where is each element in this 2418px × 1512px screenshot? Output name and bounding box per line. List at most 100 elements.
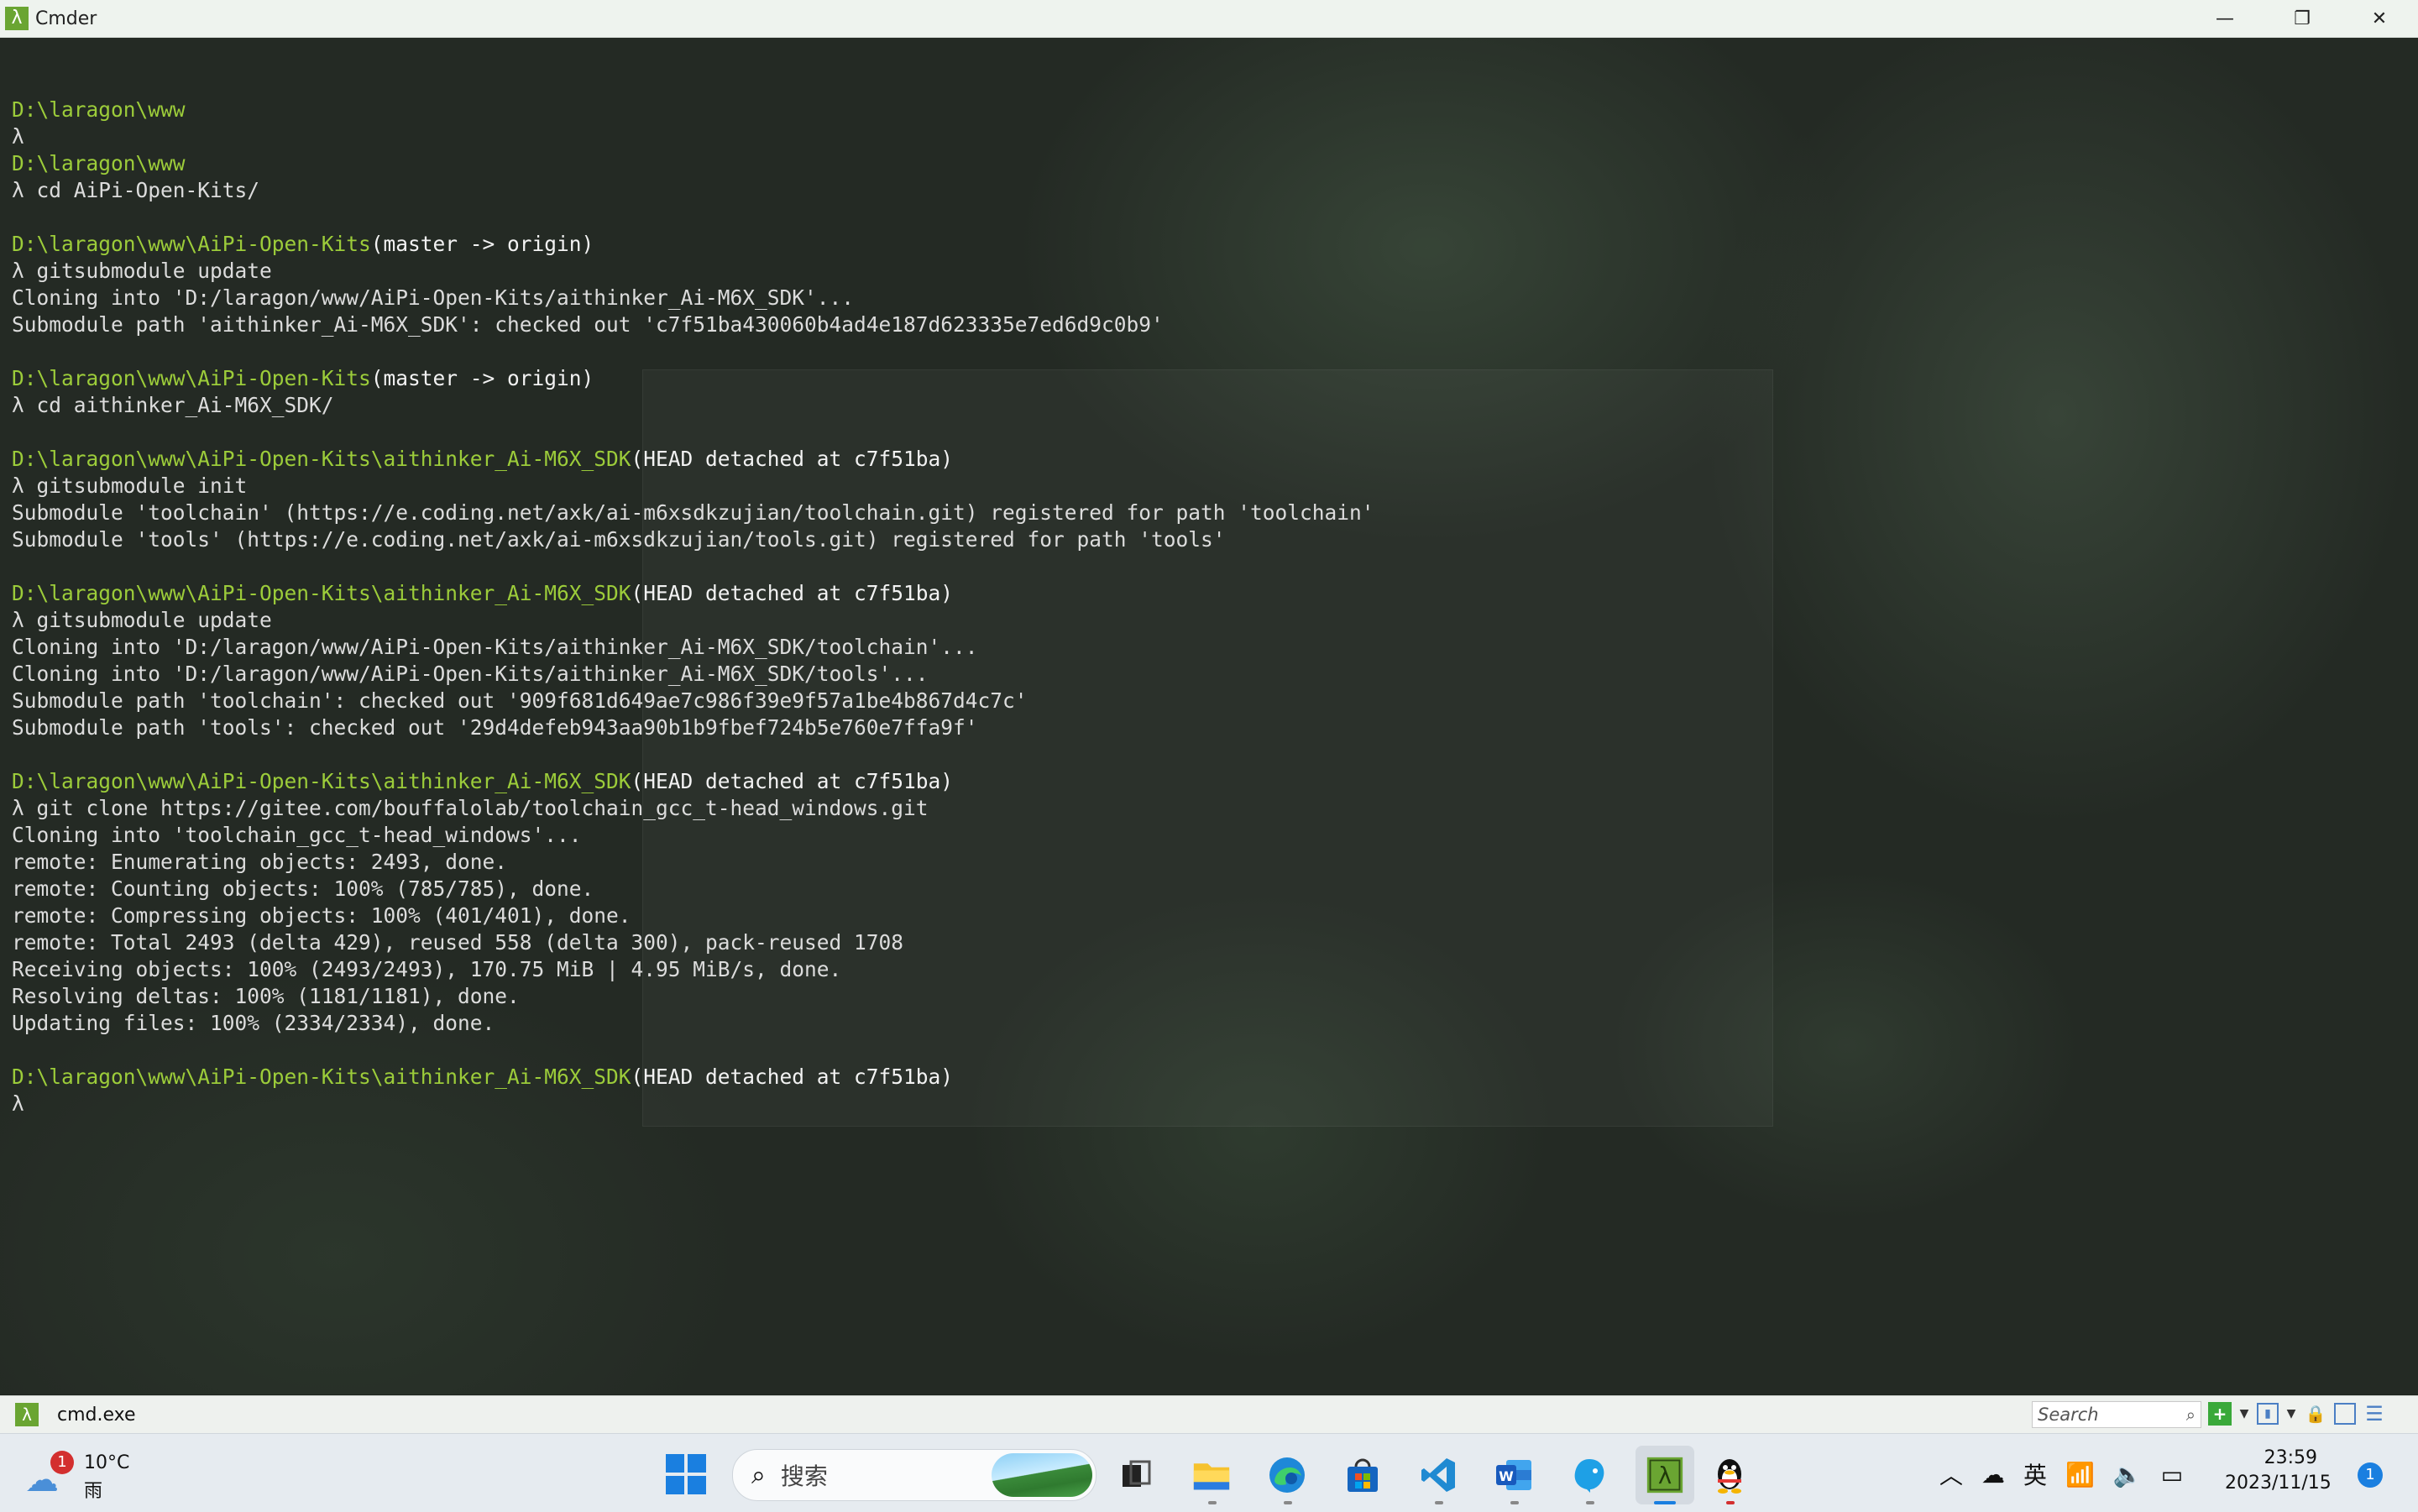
task-view-button[interactable] — [1107, 1446, 1165, 1504]
taskbar-clock[interactable]: 23:59 2023/11/15 — [2225, 1446, 2332, 1496]
cmder-tab-bar: λ cmd.exe Search ⌕ + ▼ ▮ ▼ 🔒 ☰ — [0, 1395, 2418, 1433]
prompt-git-branch: (HEAD detached at c7f51ba) — [631, 769, 954, 793]
command-line: λ cd AiPi-Open-Kits/ — [12, 178, 260, 202]
cmder-icon: λ — [1646, 1456, 1684, 1494]
system-tray: ︿ ☁ 英 📶 🔈 ▭ — [1939, 1449, 2183, 1499]
prompt-path: D:\laragon\www\AiPi-Open-Kits — [12, 366, 371, 390]
new-tab-dropdown-icon[interactable]: ▼ — [2238, 1402, 2250, 1426]
prompt-line: D:\laragon\www — [12, 97, 1374, 123]
taskbar-file-explorer[interactable] — [1182, 1446, 1241, 1504]
search-placeholder: Search — [2038, 1405, 2099, 1425]
search-highlight-image — [992, 1453, 1092, 1497]
onedrive-offline-icon[interactable]: ☁ — [1981, 1461, 2005, 1488]
command-line: λ cd aithinker_Ai-M6X_SDK/ — [12, 393, 334, 417]
output-line: Receiving objects: 100% (2493/2493), 170… — [12, 957, 842, 981]
window-title: Cmder — [35, 8, 97, 29]
pane-icon[interactable] — [2334, 1403, 2356, 1425]
weather-temperature: 10°C — [84, 1452, 130, 1473]
output-line: Submodule path 'toolchain': checked out … — [12, 688, 1028, 713]
menu-icon[interactable]: ☰ — [2363, 1402, 2386, 1426]
command-line: λ gitsubmodule init — [12, 473, 248, 498]
lock-icon[interactable]: 🔒 — [2304, 1402, 2327, 1426]
battery-icon[interactable]: ▭ — [2161, 1461, 2183, 1488]
taskbar-search-box[interactable]: ⌕ 搜索 — [732, 1449, 1096, 1501]
command-line: λ — [12, 1091, 24, 1116]
qq-penguin-icon — [1710, 1456, 1749, 1494]
prompt-path: D:\laragon\www\AiPi-Open-Kits\aithinker_… — [12, 1065, 631, 1089]
notification-badge[interactable]: 1 — [2358, 1462, 2383, 1488]
cmder-lambda-icon: λ — [5, 7, 29, 30]
prompt-line: D:\laragon\www\AiPi-Open-Kits\aithinker_… — [12, 446, 1374, 473]
window-titlebar: λ Cmder — ❐ ✕ — [0, 0, 2418, 38]
new-tab-icon[interactable]: + — [2208, 1402, 2232, 1426]
output-line: Updating files: 100% (2334/2334), done. — [12, 1011, 495, 1035]
word-icon: W — [1494, 1456, 1533, 1494]
command-line: λ — [12, 124, 24, 149]
output-line: Submodule 'toolchain' (https://e.coding.… — [12, 500, 1374, 525]
split-dropdown-icon[interactable]: ▼ — [2285, 1402, 2297, 1426]
taskbar-qq[interactable] — [1700, 1446, 1759, 1504]
taskbar-search-placeholder: 搜索 — [780, 1462, 828, 1490]
output-line: Cloning into 'D:/laragon/www/AiPi-Open-K… — [12, 285, 855, 310]
weather-widget[interactable]: ☁ 1 10°C 雨 — [25, 1449, 130, 1502]
edge-browser-icon — [1268, 1456, 1306, 1494]
console-area[interactable]: D:\laragon\www λ D:\laragon\www λ cd AiPi-O… — [0, 38, 2418, 1394]
windows-logo-icon — [666, 1454, 684, 1473]
prompt-path: D:\laragon\www\AiPi-Open-Kits — [12, 232, 371, 256]
output-line: remote: Enumerating objects: 2493, done. — [12, 850, 508, 874]
wifi-icon[interactable]: 📶 — [2065, 1461, 2095, 1488]
tab-cmd-exe[interactable]: cmd.exe — [57, 1405, 136, 1426]
output-line: Cloning into 'D:/laragon/www/AiPi-Open-K… — [12, 662, 929, 686]
svg-text:W: W — [1499, 1468, 1514, 1484]
prompt-path: D:\laragon\www\AiPi-Open-Kits\aithinker_… — [12, 769, 631, 793]
volume-icon[interactable]: 🔈 — [2113, 1461, 2143, 1488]
weather-alert-badge: 1 — [50, 1451, 74, 1474]
command-line: λ gitsubmodule update — [12, 259, 272, 283]
svg-text:λ: λ — [1658, 1462, 1672, 1489]
prompt-line: D:\laragon\www\AiPi-Open-Kits\aithinker_… — [12, 768, 1374, 795]
prompt-git-branch: (HEAD detached at c7f51ba) — [631, 581, 954, 605]
taskbar-edge[interactable] — [1258, 1446, 1316, 1504]
terminal-output[interactable]: D:\laragon\www λ D:\laragon\www λ cd AiPi-O… — [12, 70, 1374, 1117]
folder-icon — [1192, 1456, 1231, 1494]
clock-time: 23:59 — [2264, 1447, 2317, 1468]
clock-date: 2023/11/15 — [2225, 1473, 2332, 1494]
output-line: Cloning into 'D:/laragon/www/AiPi-Open-K… — [12, 635, 978, 659]
output-line: remote: Counting objects: 100% (785/785)… — [12, 876, 594, 901]
command-line: λ git clone https://gitee.com/bouffalola… — [12, 796, 929, 820]
taskbar-cmder[interactable]: λ — [1636, 1446, 1694, 1504]
vscode-icon — [1419, 1456, 1458, 1494]
console-search-input[interactable]: Search ⌕ — [2032, 1401, 2201, 1428]
prompt-line: D:\laragon\www\AiPi-Open-Kits(master -> … — [12, 365, 1374, 392]
close-button[interactable]: ✕ — [2341, 0, 2418, 37]
split-view-icon[interactable]: ▮ — [2257, 1403, 2279, 1425]
chevron-up-icon[interactable]: ︿ — [1939, 1457, 1963, 1491]
prompt-git-branch: (master -> origin) — [370, 366, 594, 390]
restore-button[interactable]: ❐ — [2264, 0, 2341, 37]
blue-bird-app-icon — [1570, 1456, 1609, 1494]
command-line: λ gitsubmodule update — [12, 608, 272, 632]
start-button[interactable] — [666, 1454, 706, 1494]
tab-lambda-icon: λ — [15, 1403, 39, 1426]
prompt-line: D:\laragon\www\AiPi-Open-Kits\aithinker_… — [12, 1064, 1374, 1091]
prompt-line: D:\laragon\www\AiPi-Open-Kits\aithinker_… — [12, 580, 1374, 607]
search-icon[interactable]: ⌕ — [2186, 1405, 2196, 1425]
weather-description: 雨 — [84, 1481, 103, 1502]
taskbar-vscode[interactable] — [1409, 1446, 1468, 1504]
window-controls: — ❐ ✕ — [2186, 0, 2418, 37]
output-line: Resolving deltas: 100% (1181/1181), done… — [12, 984, 520, 1008]
taskbar-word[interactable]: W — [1484, 1446, 1543, 1504]
taskbar-store[interactable] — [1333, 1446, 1392, 1504]
ime-indicator[interactable]: 英 — [2023, 1457, 2047, 1491]
taskbar-blue-app[interactable] — [1560, 1446, 1619, 1504]
prompt-git-branch: (HEAD detached at c7f51ba) — [631, 447, 954, 471]
output-line: Cloning into 'toolchain_gcc_t-head_windo… — [12, 823, 582, 847]
minimize-button[interactable]: — — [2186, 0, 2264, 37]
